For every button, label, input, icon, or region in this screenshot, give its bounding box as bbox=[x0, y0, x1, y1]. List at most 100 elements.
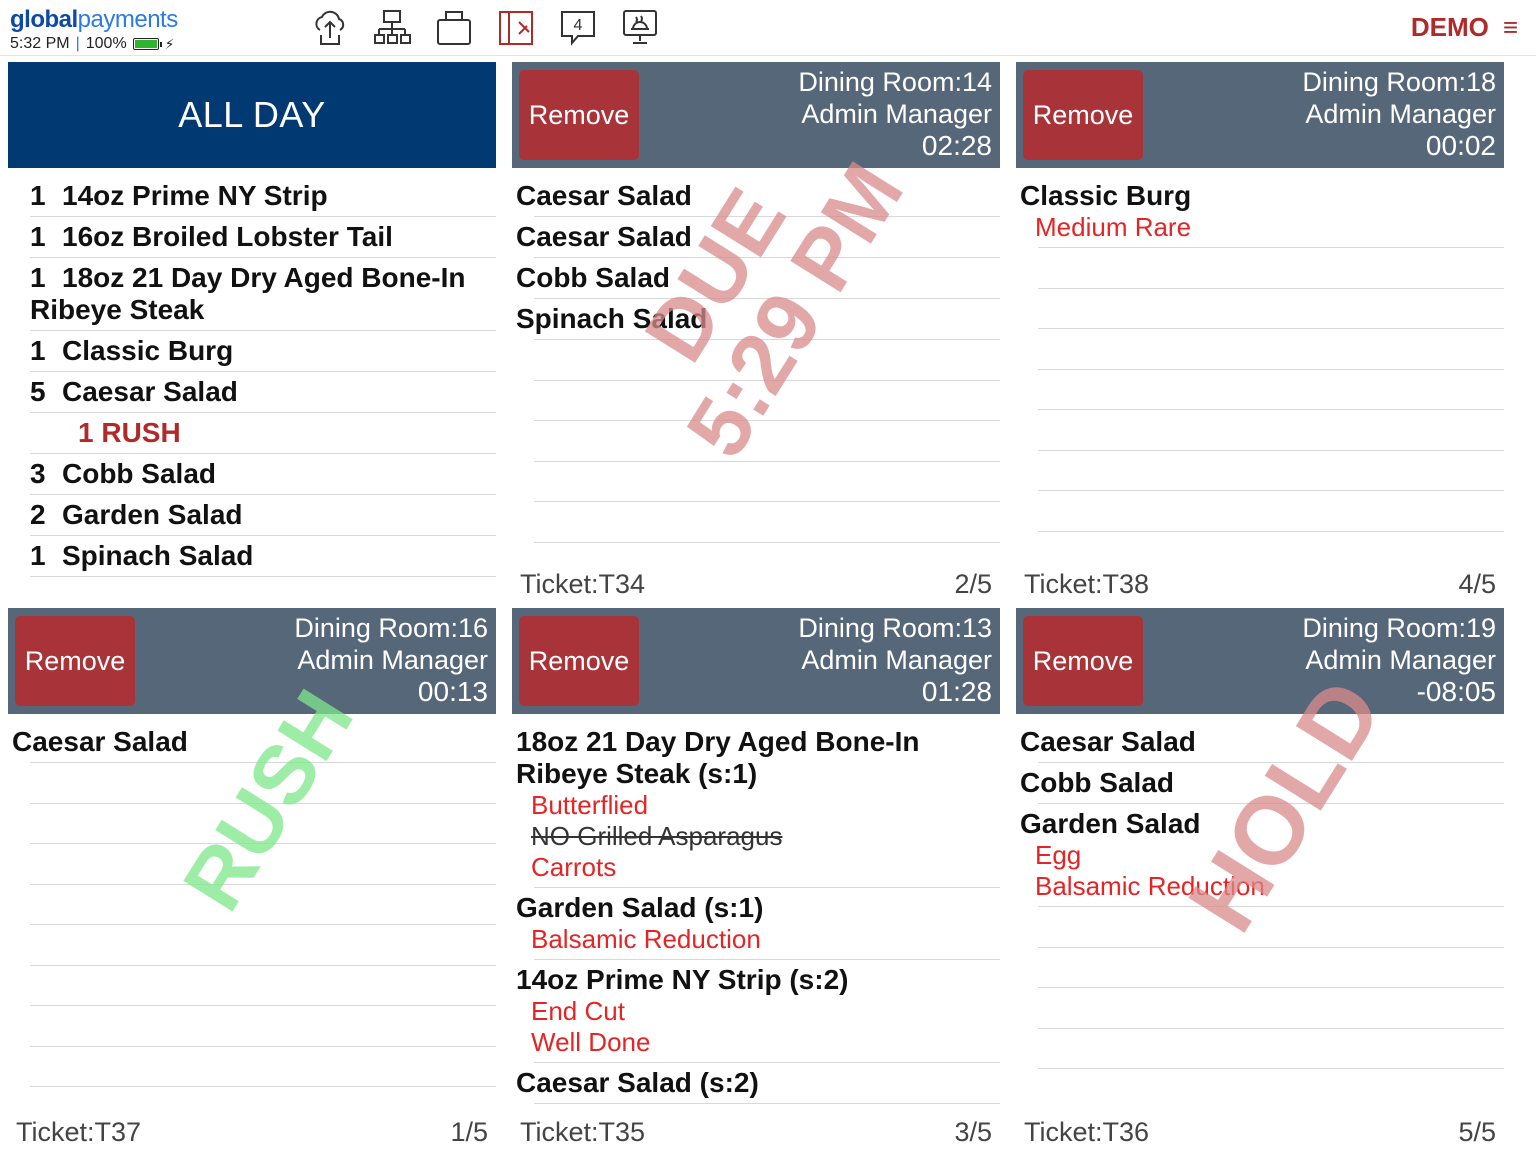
ticket-item[interactable]: Caesar Salad bbox=[516, 217, 1000, 258]
ticket-card[interactable]: Remove Dining Room:16 Admin Manager 00:13 Ca… bbox=[8, 608, 496, 1152]
table-label: Dining Room:14 bbox=[798, 67, 992, 97]
remove-button[interactable]: Remove bbox=[519, 70, 639, 160]
remove-button[interactable]: Remove bbox=[15, 616, 135, 706]
top-bar: globalpayments 5:32 PM | 100% ⚡ 4 DEMO ≡ bbox=[0, 0, 1536, 56]
item-quantity: 1 bbox=[30, 335, 46, 366]
item-name: Classic Burg bbox=[62, 335, 234, 366]
empty-line bbox=[534, 340, 1000, 381]
network-icon[interactable] bbox=[372, 6, 412, 50]
battery-percent: 100% bbox=[85, 35, 127, 52]
ticket-item[interactable]: Cobb Salad bbox=[516, 258, 1000, 299]
message-count-icon[interactable]: 4 bbox=[558, 6, 598, 50]
ticket-page: 2/5 bbox=[954, 569, 992, 599]
item-name: Cobb Salad bbox=[62, 458, 217, 489]
ticket-item[interactable]: 14oz Prime NY Strip (s:2) End Cut Well Don… bbox=[516, 960, 1000, 1063]
ticket-card[interactable]: Remove Dining Room:14 Admin Manager 02:28 Ca… bbox=[512, 62, 1000, 604]
ticket-number: Ticket:T38 bbox=[1024, 569, 1150, 599]
ticket-item[interactable]: Classic Burg Medium Rare bbox=[1020, 176, 1504, 248]
empty-line bbox=[30, 885, 496, 925]
ticket-info: Dining Room:16 Admin Manager 00:13 bbox=[294, 612, 488, 708]
item-name: Cobb Salad bbox=[516, 262, 671, 293]
ticket-header: Remove Dining Room:14 Admin Manager 02:28 bbox=[512, 62, 1000, 168]
ticket-item[interactable]: Cobb Salad bbox=[1020, 763, 1504, 804]
brand-logo: globalpayments bbox=[10, 6, 178, 33]
ticket-card[interactable]: Remove Dining Room:13 Admin Manager 01:28 18… bbox=[512, 608, 1000, 1152]
status-bar: 5:32 PM | 100% ⚡ bbox=[10, 35, 175, 52]
ticket-number: Ticket:T37 bbox=[16, 1117, 142, 1147]
ticket-item[interactable]: Spinach Salad bbox=[516, 299, 1000, 340]
empty-line bbox=[1038, 329, 1504, 370]
dish-monitor-icon[interactable] bbox=[620, 6, 660, 50]
ticket-page: 5/5 bbox=[1458, 1117, 1496, 1147]
empty-line bbox=[1038, 248, 1504, 289]
item-name: Garden Salad bbox=[62, 499, 243, 530]
demo-label: DEMO bbox=[1410, 12, 1489, 42]
empty-line bbox=[30, 966, 496, 1006]
cloud-sync-icon[interactable] bbox=[310, 6, 350, 50]
ticket-item[interactable]: Caesar Salad bbox=[12, 722, 496, 763]
all-day-item: 2 Garden Salad bbox=[30, 495, 496, 536]
item-quantity: 1 bbox=[30, 180, 46, 211]
ticket-footer: Ticket:T37 1/5 bbox=[16, 1117, 488, 1148]
empty-line bbox=[30, 804, 496, 844]
remove-button[interactable]: Remove bbox=[1023, 70, 1143, 160]
ticket-card[interactable]: Remove Dining Room:19 Admin Manager -08:05 C… bbox=[1016, 608, 1504, 1152]
item-name: Cobb Salad bbox=[1020, 767, 1175, 798]
item-modifier: Medium Rare bbox=[1035, 212, 1192, 242]
item-name: 18oz 21 Day Dry Aged Bone-In Ribeye Stea… bbox=[30, 262, 466, 325]
table-label: Dining Room:16 bbox=[294, 613, 488, 643]
item-name: Caesar Salad bbox=[516, 180, 692, 211]
item-modifier: NO Grilled Asparagus bbox=[531, 821, 783, 851]
all-day-item: 1 Spinach Salad bbox=[30, 536, 496, 577]
remove-button[interactable]: Remove bbox=[519, 616, 639, 706]
menu-icon[interactable]: ≡ bbox=[1503, 12, 1518, 43]
item-modifier: End Cut bbox=[531, 996, 625, 1026]
empty-line bbox=[534, 421, 1000, 462]
printer-icon[interactable] bbox=[434, 6, 474, 50]
ticket-item[interactable]: Caesar Salad bbox=[1020, 722, 1504, 763]
ticket-item[interactable]: Garden Salad (s:1) Balsamic Reduction bbox=[516, 888, 1000, 960]
ticket-info: Dining Room:19 Admin Manager -08:05 bbox=[1302, 612, 1496, 708]
ticket-items: Classic Burg Medium Rare bbox=[1016, 168, 1504, 532]
ticket-item[interactable]: Caesar Salad bbox=[516, 176, 1000, 217]
mode-indicator: DEMO ≡ bbox=[1411, 12, 1518, 43]
ticket-card[interactable]: Remove Dining Room:18 Admin Manager 00:02 Cl… bbox=[1016, 62, 1504, 604]
empty-line bbox=[30, 763, 496, 804]
charging-icon: ⚡ bbox=[164, 35, 175, 52]
empty-line bbox=[1038, 289, 1504, 329]
all-day-item: 1 18oz 21 Day Dry Aged Bone-In Ribeye Ste… bbox=[30, 258, 496, 331]
empty-line bbox=[1038, 948, 1504, 988]
ticket-footer: Ticket:T38 4/5 bbox=[1024, 569, 1496, 600]
all-day-item: 1 16oz Broiled Lobster Tail bbox=[30, 217, 496, 258]
ticket-item[interactable]: 18oz 21 Day Dry Aged Bone-In Ribeye Stea… bbox=[516, 722, 1000, 888]
table-label: Dining Room:13 bbox=[798, 613, 992, 643]
ticket-page: 3/5 bbox=[954, 1117, 992, 1147]
ticket-items: Caesar Salad bbox=[8, 714, 496, 1087]
ticket-item[interactable]: Garden Salad Egg Balsamic Reduction bbox=[1020, 804, 1504, 907]
elapsed-time: 02:28 bbox=[921, 130, 992, 161]
item-name: Caesar Salad bbox=[62, 376, 238, 407]
item-name: Caesar Salad bbox=[12, 726, 188, 757]
kitchen-display-icon[interactable] bbox=[496, 6, 536, 50]
item-quantity: 1 bbox=[30, 540, 46, 571]
empty-line bbox=[30, 925, 496, 966]
empty-line bbox=[30, 1006, 496, 1047]
ticket-header: Remove Dining Room:16 Admin Manager 00:13 bbox=[8, 608, 496, 714]
item-modifier: Egg bbox=[1035, 840, 1082, 870]
item-name: 16oz Broiled Lobster Tail bbox=[62, 221, 393, 252]
server-name: Admin Manager bbox=[1305, 645, 1496, 675]
ticket-item[interactable]: Caesar Salad (s:2) bbox=[516, 1063, 1000, 1104]
ticket-number: Ticket:T36 bbox=[1024, 1117, 1150, 1147]
item-name: 18oz 21 Day Dry Aged Bone-In Ribeye Stea… bbox=[516, 726, 920, 789]
all-day-item: 1 Classic Burg bbox=[30, 331, 496, 372]
empty-line bbox=[30, 844, 496, 885]
svg-text:4: 4 bbox=[574, 17, 583, 34]
empty-line bbox=[1038, 491, 1504, 532]
ticket-footer: Ticket:T34 2/5 bbox=[520, 569, 992, 600]
ticket-info: Dining Room:14 Admin Manager 02:28 bbox=[798, 66, 992, 162]
ticket-header: Remove Dining Room:18 Admin Manager 00:02 bbox=[1016, 62, 1504, 168]
item-name: Caesar Salad (s:2) bbox=[516, 1067, 759, 1098]
item-name: Spinach Salad bbox=[516, 303, 708, 334]
empty-line bbox=[1038, 988, 1504, 1029]
remove-button[interactable]: Remove bbox=[1023, 616, 1143, 706]
